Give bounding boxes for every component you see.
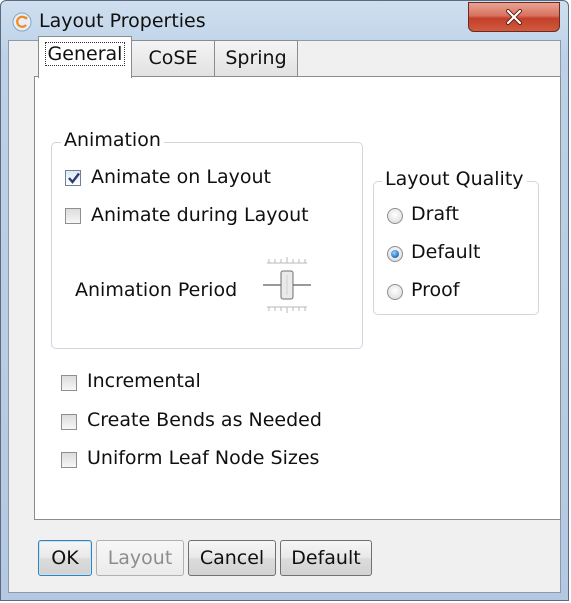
animate-during-layout-label[interactable]: Animate during Layout <box>91 204 309 226</box>
ok-button[interactable]: OK <box>38 540 92 576</box>
create-bends-label[interactable]: Create Bends as Needed <box>87 409 322 431</box>
layout-quality-group-title: Layout Quality <box>382 168 527 190</box>
animation-group-title: Animation <box>61 129 164 151</box>
animate-on-layout-checkbox[interactable] <box>65 170 81 186</box>
animate-on-layout-label[interactable]: Animate on Layout <box>91 166 271 188</box>
incremental-checkbox[interactable] <box>61 375 77 391</box>
tab-cose[interactable]: CoSE <box>131 40 215 76</box>
radio-proof-label[interactable]: Proof <box>411 279 459 301</box>
radio-proof[interactable] <box>387 284 403 300</box>
tab-panel-general: Animation Animate on Layout Animate duri… <box>34 76 561 520</box>
tab-spring[interactable]: Spring <box>214 40 298 76</box>
animation-period-slider[interactable] <box>257 253 317 317</box>
window-title: Layout Properties <box>39 10 206 32</box>
cancel-button[interactable]: Cancel <box>188 540 276 576</box>
radio-default-label[interactable]: Default <box>411 241 480 263</box>
uniform-leaf-node-sizes-label[interactable]: Uniform Leaf Node Sizes <box>87 447 319 469</box>
incremental-label[interactable]: Incremental <box>87 370 201 392</box>
title-bar[interactable]: Layout Properties <box>1 1 568 41</box>
animate-during-layout-checkbox[interactable] <box>65 208 81 224</box>
default-button[interactable]: Default <box>280 540 372 576</box>
radio-draft[interactable] <box>387 208 403 224</box>
create-bends-checkbox[interactable] <box>61 414 77 430</box>
checkmark-icon <box>68 172 80 184</box>
layout-button[interactable]: Layout <box>96 540 184 576</box>
tab-spring-label: Spring <box>225 47 287 69</box>
layout-app-icon <box>11 11 33 33</box>
tab-cose-label: CoSE <box>148 47 198 69</box>
tab-general[interactable]: General <box>38 36 132 78</box>
animation-period-label: Animation Period <box>75 279 238 301</box>
radio-draft-label[interactable]: Draft <box>411 203 459 225</box>
close-button[interactable] <box>468 2 560 32</box>
radio-default[interactable] <box>387 246 403 262</box>
uniform-leaf-node-sizes-checkbox[interactable] <box>61 452 77 468</box>
close-icon <box>506 9 522 25</box>
tab-general-label: General <box>44 42 126 66</box>
radio-selected-dot <box>391 250 399 258</box>
